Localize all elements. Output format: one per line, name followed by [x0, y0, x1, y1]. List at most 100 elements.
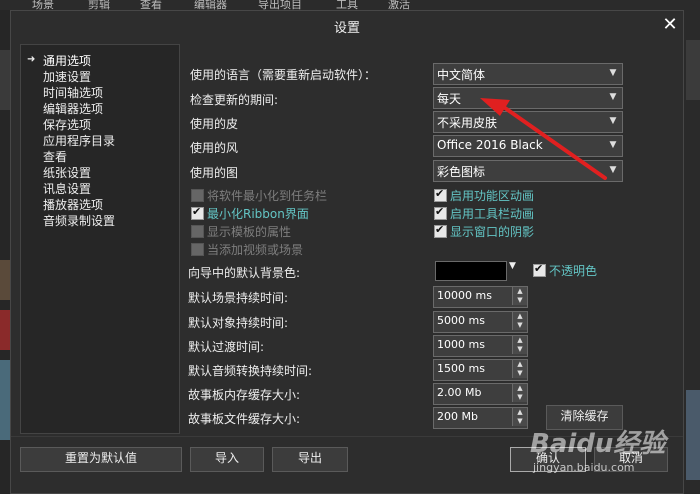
background-menubar: 场景 剪辑 查看 编辑器 导出项目 工具 激活	[0, 0, 700, 11]
bg-color-label: 向导中的默认背景色:	[188, 266, 301, 280]
nav-item-acceleration[interactable]: 加速设置	[43, 68, 91, 85]
stepper-down-icon[interactable]: ▼	[512, 369, 527, 378]
nav-item-message[interactable]: 讯息设置	[43, 180, 91, 197]
stepper-value: 1500 ms	[437, 362, 485, 375]
watermark-url: jingyan.baidu.com	[533, 461, 635, 474]
stepper-value: 10000 ms	[437, 289, 492, 302]
stepper-value: 1000 ms	[437, 338, 485, 351]
enable-toolbar-anim-checkbox[interactable]: ✔ 启用工具栏动画	[434, 205, 614, 221]
chevron-down-icon: ▼	[609, 116, 617, 126]
settings-nav: ➜ 通用选项 加速设置 时间轴选项 编辑器选项 保存选项 应用程序目录 查看 纸…	[20, 44, 180, 434]
dialog-titlebar: 设置 ✕	[11, 11, 683, 41]
chevron-down-icon: ▼	[609, 68, 617, 78]
object-duration-label: 默认对象持续时间:	[188, 316, 289, 330]
update-period-label: 检查更新的期间:	[190, 93, 279, 107]
opaque-checkbox[interactable]: ✔ 不透明色	[533, 262, 623, 278]
skin-dropdown[interactable]: 不采用皮肤 ▼	[433, 111, 623, 133]
opaque-label: 不透明色	[549, 264, 598, 278]
import-button[interactable]: 导入	[190, 447, 264, 472]
stepper-down-icon[interactable]: ▼	[512, 345, 527, 354]
bg-color-swatch[interactable]	[435, 261, 507, 281]
style-value: Office 2016 Black	[437, 138, 543, 152]
stepper-value: 5000 ms	[437, 314, 485, 327]
transition-duration-label: 默认过渡时间:	[188, 340, 265, 354]
minimize-ribbon-checkbox[interactable]: ✔ 最小化Ribbon界面	[191, 205, 391, 221]
add-video-scene-checkbox[interactable]: 当添加视频或场景	[191, 241, 391, 257]
scene-duration-stepper[interactable]: 10000 ms ▲ ▼	[433, 286, 528, 308]
show-window-shadow-checkbox[interactable]: ✔ 显示窗口的阴影	[434, 223, 614, 239]
audio-transition-label: 默认音频转换持续时间:	[188, 364, 313, 378]
close-icon[interactable]: ✕	[659, 14, 681, 36]
language-label: 使用的语言（需要重新启动软件）：	[190, 68, 377, 82]
nav-item-editor[interactable]: 编辑器选项	[43, 100, 103, 117]
file-cache-label: 故事板文件缓存大小:	[188, 412, 301, 426]
nav-item-audio-record[interactable]: 音频录制设置	[43, 212, 115, 229]
chevron-down-icon: ▼	[609, 165, 617, 175]
stepper-down-icon[interactable]: ▼	[512, 321, 527, 330]
language-dropdown[interactable]: 中文简体 ▼	[433, 63, 623, 85]
checkbox-box: ✔	[533, 262, 546, 277]
language-value: 中文简体	[437, 68, 486, 82]
icon-label: 使用的图	[190, 166, 239, 180]
checkbox-box: ✔	[434, 205, 447, 220]
memory-cache-label: 故事板内存缓存大小:	[188, 388, 301, 402]
checkbox-box	[191, 189, 204, 202]
enable-func-anim-checkbox[interactable]: ✔ 启用功能区动画	[434, 187, 614, 203]
chevron-down-icon: ▼	[609, 140, 617, 150]
enable-toolbar-anim-label: 启用工具栏动画	[450, 207, 535, 221]
reset-default-button[interactable]: 重置为默认值	[20, 447, 182, 472]
selected-arrow-icon: ➜	[27, 54, 36, 65]
background-left-strip	[0, 10, 10, 494]
check-icon: ✔	[435, 187, 445, 200]
icon-value: 彩色图标	[437, 165, 486, 179]
nav-item-timeline[interactable]: 时间轴选项	[43, 84, 103, 101]
style-dropdown[interactable]: Office 2016 Black ▼	[433, 135, 623, 157]
object-duration-stepper[interactable]: 5000 ms ▲ ▼	[433, 311, 528, 333]
checkbox-box	[191, 225, 204, 238]
stepper-down-icon[interactable]: ▼	[512, 417, 527, 426]
scene-duration-label: 默认场景持续时间:	[188, 291, 289, 305]
check-icon: ✔	[435, 205, 445, 218]
show-window-shadow-label: 显示窗口的阴影	[450, 225, 535, 239]
minimize-tray-label: 将软件最小化到任务栏	[207, 189, 328, 203]
nav-item-paper[interactable]: 纸张设置	[43, 164, 91, 181]
watermark-title: Baidu经验	[530, 429, 666, 459]
minimize-tray-checkbox[interactable]: 将软件最小化到任务栏	[191, 187, 391, 203]
update-period-value: 每天	[437, 92, 462, 106]
nav-item-app-dir[interactable]: 应用程序目录	[43, 132, 115, 149]
checkbox-box: ✔	[434, 187, 447, 202]
memory-cache-stepper[interactable]: 2.00 Mb ▲ ▼	[433, 383, 528, 405]
nav-item-player[interactable]: 播放器选项	[43, 196, 103, 213]
chevron-down-icon: ▼	[609, 92, 617, 102]
baidu-watermark: Baidu经验 jingyan.baidu.com	[530, 415, 680, 485]
transition-duration-stepper[interactable]: 1000 ms ▲ ▼	[433, 335, 528, 357]
stepper-down-icon[interactable]: ▼	[512, 393, 527, 402]
color-chevron-down-icon[interactable]: ▼	[509, 261, 516, 271]
enable-func-anim-label: 启用功能区动画	[450, 189, 535, 203]
checkbox-box: ✔	[191, 205, 204, 220]
check-icon: ✔	[192, 205, 202, 218]
stepper-down-icon[interactable]: ▼	[512, 296, 527, 305]
checkbox-box: ✔	[434, 223, 447, 238]
stepper-value: 2.00 Mb	[437, 386, 482, 399]
export-button[interactable]: 导出	[272, 447, 348, 472]
file-cache-stepper[interactable]: 200 Mb ▲ ▼	[433, 407, 528, 429]
background-right-strip	[684, 10, 700, 494]
check-icon: ✔	[534, 262, 544, 275]
nav-item-general[interactable]: 通用选项	[43, 52, 91, 69]
add-video-scene-label: 当添加视频或场景	[207, 243, 304, 257]
show-template-attr-label: 显示模板的属性	[207, 225, 292, 239]
style-label: 使用的风	[190, 141, 239, 155]
nav-item-save[interactable]: 保存选项	[43, 116, 91, 133]
nav-item-view[interactable]: 查看	[43, 148, 67, 165]
settings-content: 使用的语言（需要重新启动软件）： 中文简体 ▼ 检查更新的期间: 每天 ▼ 使用…	[183, 44, 673, 434]
skin-value: 不采用皮肤	[437, 116, 498, 130]
minimize-ribbon-label: 最小化Ribbon界面	[207, 207, 309, 221]
dialog-title: 设置	[333, 21, 360, 36]
audio-transition-stepper[interactable]: 1500 ms ▲ ▼	[433, 359, 528, 381]
check-icon: ✔	[435, 223, 445, 236]
update-period-dropdown[interactable]: 每天 ▼	[433, 87, 623, 109]
show-template-attr-checkbox[interactable]: 显示模板的属性	[191, 223, 391, 239]
icon-dropdown[interactable]: 彩色图标 ▼	[433, 160, 623, 182]
skin-label: 使用的皮	[190, 117, 239, 131]
